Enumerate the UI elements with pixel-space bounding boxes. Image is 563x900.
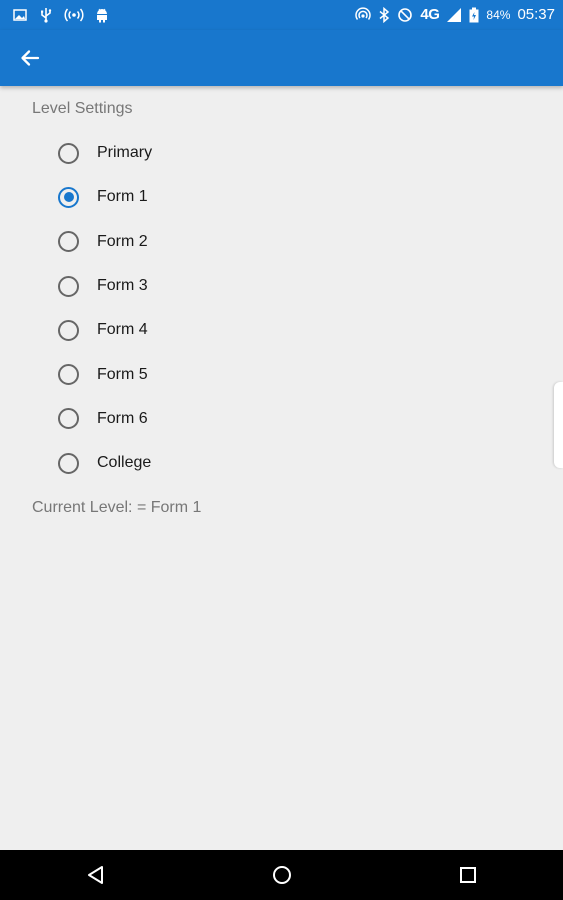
status-left-icons [12, 6, 110, 24]
radio-option-college[interactable]: College [58, 441, 358, 485]
radio-option-form-1[interactable]: Form 1 [58, 175, 358, 219]
back-button[interactable] [14, 42, 46, 74]
radio-label: Form 3 [97, 277, 148, 295]
section-title: Level Settings [32, 100, 133, 117]
radio-label: Primary [97, 144, 153, 162]
radio-label: Form 4 [97, 321, 148, 339]
status-bar: 4G 84% 05:37 [0, 0, 563, 30]
cast-icon [355, 7, 372, 23]
radio-button[interactable] [58, 275, 79, 297]
radio-label: Form 2 [97, 232, 148, 250]
radio-button-checked[interactable] [58, 186, 79, 208]
level-settings-content: Level Settings Primary Form 1 Form 2 For… [0, 86, 563, 850]
home-circle-icon [271, 864, 293, 886]
radio-label: Form 6 [97, 409, 148, 427]
battery-percent: 84% [486, 8, 511, 22]
radio-button[interactable] [58, 142, 79, 164]
radio-label: Form 1 [97, 188, 148, 206]
back-triangle-icon [85, 864, 107, 886]
screen: 4G 84% 05:37 Level Settings Primary Form… [0, 0, 563, 900]
radio-button[interactable] [58, 452, 79, 474]
radio-option-form-4[interactable]: Form 4 [58, 308, 358, 352]
radio-option-form-2[interactable]: Form 2 [58, 220, 358, 264]
signal-icon [446, 7, 462, 23]
radio-button[interactable] [58, 408, 79, 430]
radio-option-form-3[interactable]: Form 3 [58, 264, 358, 308]
radio-button[interactable] [58, 364, 79, 386]
navigation-bar [0, 850, 563, 900]
radio-option-form-6[interactable]: Form 6 [58, 397, 358, 441]
level-radio-group: Primary Form 1 Form 2 Form 3 Form 4 Form… [58, 131, 358, 485]
android-icon [94, 7, 110, 23]
nav-recents-button[interactable] [453, 860, 483, 890]
radio-option-form-5[interactable]: Form 5 [58, 352, 358, 396]
battery-icon [469, 7, 479, 23]
hotspot-icon [64, 7, 84, 23]
status-right-icons: 4G 84% 05:37 [355, 4, 555, 26]
image-icon [12, 7, 28, 23]
radio-label: Form 5 [97, 365, 148, 383]
app-bar [0, 30, 563, 86]
radio-label: College [97, 454, 152, 472]
radio-option-primary[interactable]: Primary [58, 131, 358, 175]
nav-home-button[interactable] [267, 860, 297, 890]
recents-square-icon [457, 864, 479, 886]
usb-icon [38, 7, 54, 23]
current-level-text: Current Level: = Form 1 [32, 499, 202, 516]
do-not-disturb-icon [397, 7, 413, 23]
clock: 05:37 [517, 6, 555, 23]
arrow-back-icon [20, 48, 40, 68]
edge-panel-handle[interactable] [554, 382, 563, 468]
radio-button[interactable] [58, 319, 79, 341]
bluetooth-icon [378, 6, 390, 24]
radio-button[interactable] [58, 231, 79, 253]
nav-back-button[interactable] [81, 860, 111, 890]
network-type: 4G [420, 6, 440, 23]
